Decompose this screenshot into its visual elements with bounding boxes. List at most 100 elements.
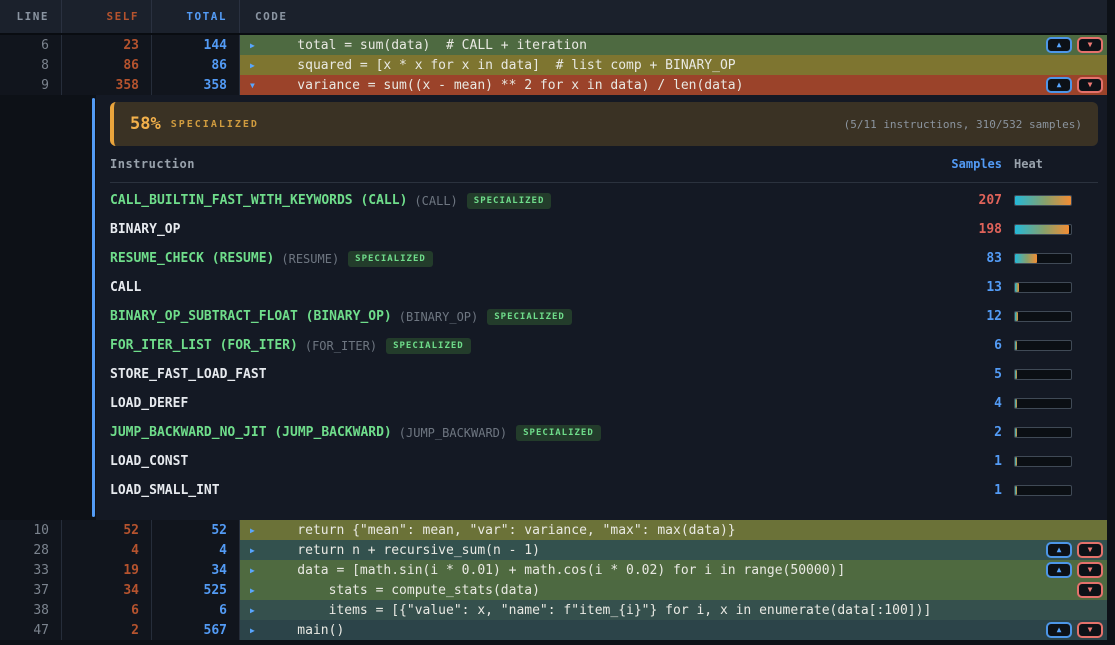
code-row: 2844▶ return n + recursive_sum(n - 1)▲▼ (0, 540, 1107, 560)
heat-bar (1014, 195, 1072, 206)
column-header-line: LINE (0, 0, 62, 33)
instruction-base-op: (CALL) (414, 194, 457, 208)
instruction-name: JUMP_BACKWARD_NO_JIT (JUMP_BACKWARD) (110, 425, 392, 440)
heat-bar-fill (1015, 341, 1017, 350)
code-row: 3734525▶ stats = compute_stats(data)▼ (0, 580, 1107, 600)
instruction-samples: 83 (922, 251, 1002, 266)
line-number-cell: 28 (0, 540, 62, 560)
code-line[interactable]: ▶ squared = [x * x for x in data] # list… (240, 55, 1107, 75)
code-rows-top: 623144▶ total = sum(data) # CALL + itera… (0, 35, 1107, 95)
nav-down-button[interactable]: ▼ (1077, 562, 1103, 578)
nav-down-button[interactable]: ▼ (1077, 77, 1103, 93)
code-row: 331934▶ data = [math.sin(i * 0.01) + mat… (0, 560, 1107, 580)
expand-arrow-icon[interactable]: ▶ (240, 606, 266, 615)
heat-bar (1014, 340, 1072, 351)
instruction-name: BINARY_OP_SUBTRACT_FLOAT (BINARY_OP) (110, 309, 392, 324)
heat-cell (1014, 253, 1098, 264)
code-line[interactable]: ▶ data = [math.sin(i * 0.01) + math.cos(… (240, 560, 1107, 580)
instruction-row: BINARY_OP198 (110, 215, 1098, 244)
expand-arrow-icon[interactable]: ▶ (240, 526, 266, 535)
instruction-column-header: Instruction (110, 157, 922, 171)
instruction-samples: 12 (922, 309, 1002, 324)
self-samples-cell: 34 (62, 580, 152, 600)
heat-bar-fill (1015, 196, 1071, 205)
code-line[interactable]: ▼ variance = sum((x - mean) ** 2 for x i… (240, 75, 1107, 95)
source-code-text: data = [math.sin(i * 0.01) + math.cos(i … (266, 563, 845, 578)
instruction-row: LOAD_DEREF 4 (110, 389, 1098, 418)
row-nav-buttons: ▼ (1072, 582, 1107, 598)
nav-up-button[interactable]: ▲ (1046, 77, 1072, 93)
instruction-row: BINARY_OP_SUBTRACT_FLOAT (BINARY_OP)(BIN… (110, 302, 1098, 331)
heat-cell (1014, 398, 1098, 409)
heat-bar-fill (1015, 428, 1017, 437)
expand-arrow-icon[interactable]: ▶ (240, 61, 266, 70)
total-samples-cell: 6 (152, 600, 240, 620)
expand-arrow-icon[interactable]: ▶ (240, 626, 266, 635)
total-samples-cell: 52 (152, 520, 240, 540)
instruction-row: FOR_ITER_LIST (FOR_ITER)(FOR_ITER)SPECIA… (110, 331, 1098, 360)
nav-up-button[interactable]: ▲ (1046, 37, 1072, 53)
instruction-name: LOAD_SMALL_INT (110, 483, 220, 498)
nav-down-button[interactable]: ▼ (1077, 37, 1103, 53)
self-samples-cell: 4 (62, 540, 152, 560)
source-code-text: return {"mean": mean, "var": variance, "… (266, 523, 736, 538)
column-header-code: CODE (240, 0, 1107, 33)
heat-cell (1014, 195, 1098, 206)
instruction-row: STORE_FAST_LOAD_FAST5 (110, 360, 1098, 389)
specialized-badge: SPECIALIZED (386, 338, 471, 354)
code-row: 9358358▼ variance = sum((x - mean) ** 2 … (0, 75, 1107, 95)
row-nav-buttons: ▲▼ (1041, 622, 1107, 638)
collapse-arrow-icon[interactable]: ▼ (240, 81, 266, 90)
instruction-name: CALL (110, 280, 141, 295)
heat-cell (1014, 340, 1098, 351)
samples-column-header: Samples (922, 157, 1002, 171)
code-line[interactable]: ▶ total = sum(data) # CALL + iteration ▲ ▼ (240, 35, 1107, 55)
heat-cell (1014, 369, 1098, 380)
code-line[interactable]: ▶ stats = compute_stats(data)▼ (240, 580, 1107, 600)
code-line[interactable]: ▶ items = [{"value": x, "name": f"item_{… (240, 600, 1107, 620)
instruction-samples: 6 (922, 338, 1002, 353)
nav-up-button[interactable]: ▲ (1046, 562, 1072, 578)
heat-bar (1014, 224, 1072, 235)
total-samples-cell: 358 (152, 75, 240, 95)
nav-down-button[interactable]: ▼ (1077, 542, 1103, 558)
instruction-name-group: CALL_BUILTIN_FAST_WITH_KEYWORDS (CALL)(C… (110, 193, 922, 209)
code-line[interactable]: ▶ return n + recursive_sum(n - 1)▲▼ (240, 540, 1107, 560)
heat-bar-fill (1015, 225, 1069, 234)
expand-arrow-icon[interactable]: ▶ (240, 546, 266, 555)
instruction-name-group: LOAD_SMALL_INT (110, 483, 922, 498)
self-samples-cell: 2 (62, 620, 152, 640)
nav-up-button[interactable]: ▲ (1046, 542, 1072, 558)
instruction-name: LOAD_DEREF (110, 396, 188, 411)
expand-arrow-icon[interactable]: ▶ (240, 566, 266, 575)
code-line[interactable]: ▶ main()▲▼ (240, 620, 1107, 640)
nav-down-button[interactable]: ▼ (1077, 622, 1103, 638)
instruction-name-group: BINARY_OP_SUBTRACT_FLOAT (BINARY_OP)(BIN… (110, 309, 922, 325)
heat-bar-fill (1015, 457, 1017, 466)
nav-down-button[interactable]: ▼ (1077, 582, 1103, 598)
instruction-samples: 4 (922, 396, 1002, 411)
total-samples-cell: 86 (152, 55, 240, 75)
code-line[interactable]: ▶ return {"mean": mean, "var": variance,… (240, 520, 1107, 540)
source-code-text: main() (266, 623, 344, 638)
expand-arrow-icon[interactable]: ▶ (240, 41, 266, 50)
heat-bar (1014, 485, 1072, 496)
source-code-text: total = sum(data) # CALL + iteration (266, 38, 587, 53)
specialized-badge: SPECIALIZED (348, 251, 433, 267)
self-samples-cell: 86 (62, 55, 152, 75)
instruction-name: RESUME_CHECK (RESUME) (110, 251, 274, 266)
specialized-badge: SPECIALIZED (516, 425, 601, 441)
heat-cell (1014, 456, 1098, 467)
expand-arrow-icon[interactable]: ▶ (240, 586, 266, 595)
column-header-total: TOTAL (152, 0, 240, 33)
row-nav-buttons: ▲▼ (1041, 77, 1107, 93)
line-number-cell: 37 (0, 580, 62, 600)
specialized-badge: SPECIALIZED (467, 193, 552, 209)
heat-bar-fill (1015, 283, 1019, 292)
code-rows-bottom: 105252▶ return {"mean": mean, "var": var… (0, 520, 1107, 640)
nav-up-button[interactable]: ▲ (1046, 622, 1072, 638)
panel-connector-line (92, 98, 95, 517)
instruction-name-group: FOR_ITER_LIST (FOR_ITER)(FOR_ITER)SPECIA… (110, 338, 922, 354)
heat-bar (1014, 456, 1072, 467)
specialization-summary: (5/11 instructions, 310/532 samples) (844, 118, 1082, 131)
